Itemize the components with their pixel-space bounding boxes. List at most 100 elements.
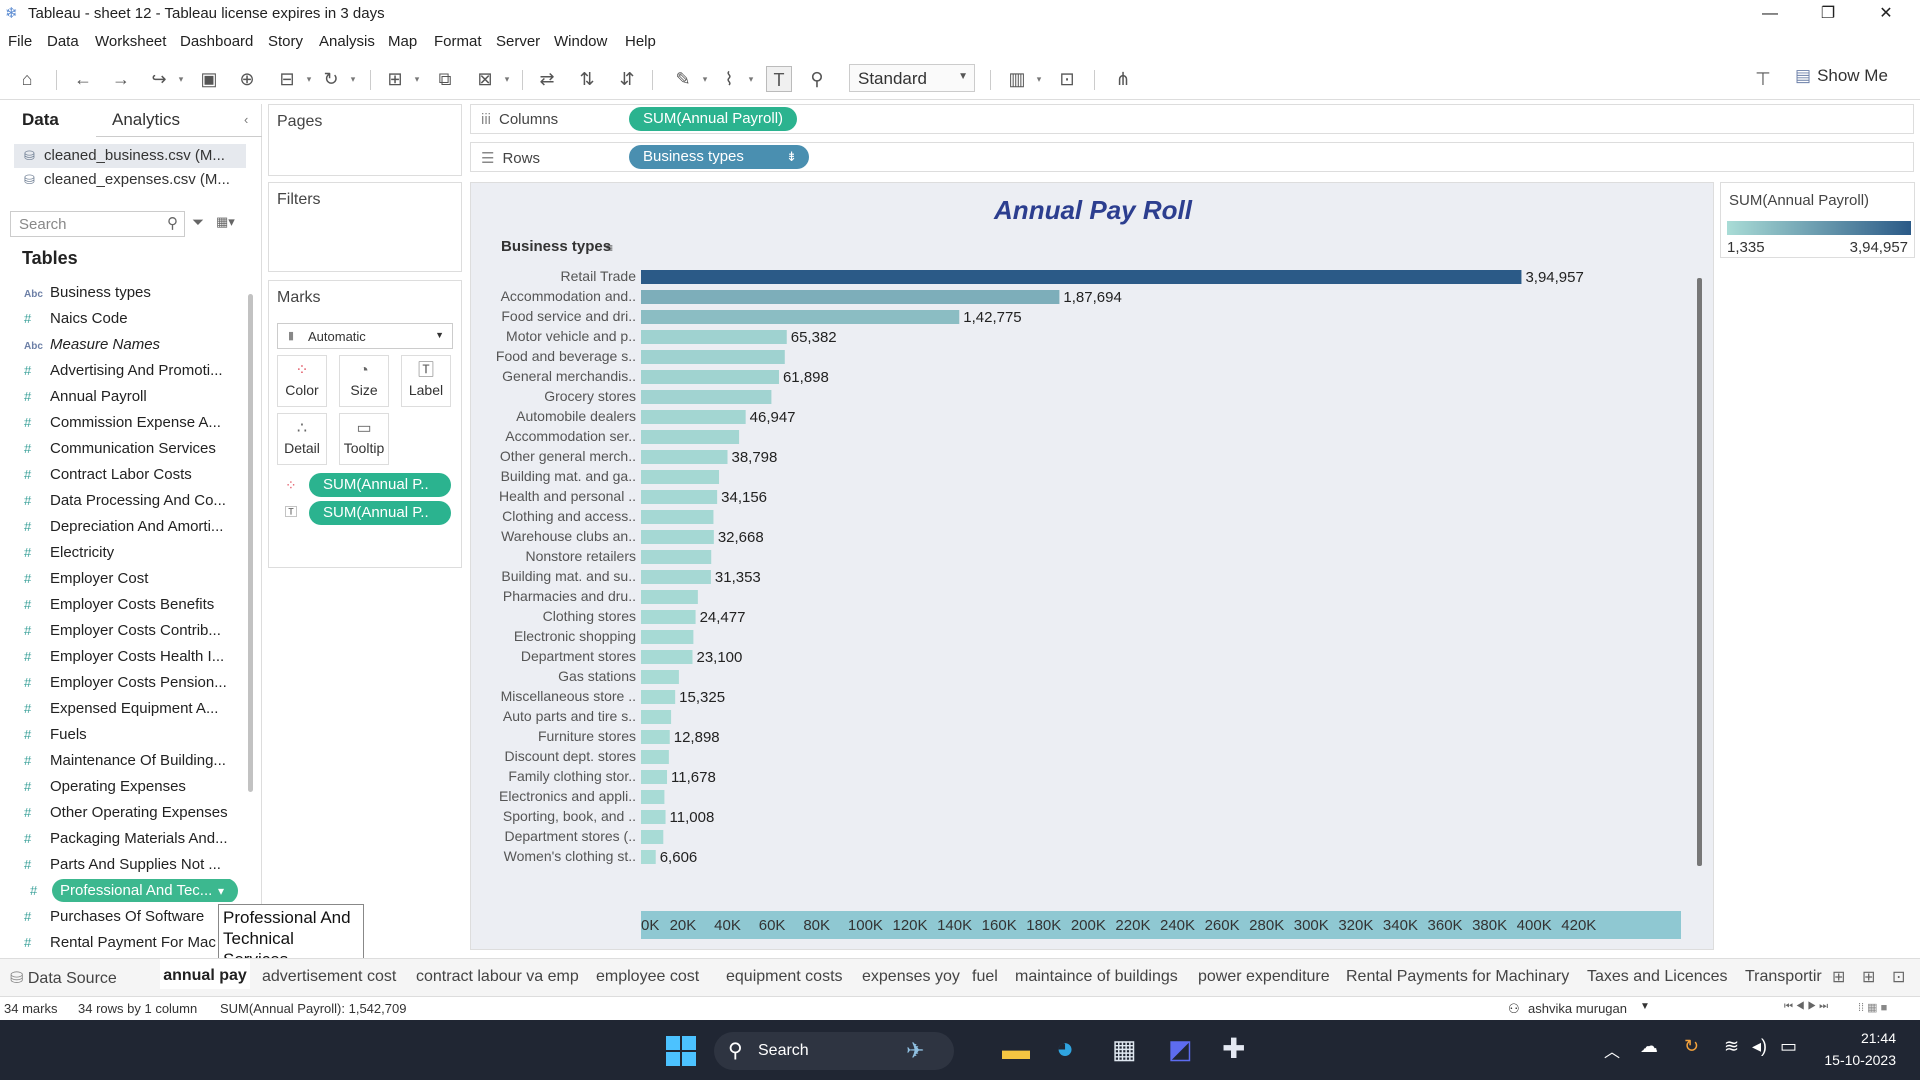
sort-ascending-icon[interactable]: ⇅ [574, 66, 600, 92]
sheet-tab[interactable]: maintaince of buildings [1015, 968, 1178, 986]
field-item[interactable]: # Maintenance Of Building... [20, 748, 242, 774]
refresh-icon[interactable]: ↻ [318, 66, 344, 92]
sheet-tab[interactable]: contract labour va emp [416, 968, 579, 986]
menu-format[interactable]: Format [434, 33, 482, 50]
field-item[interactable]: # Depreciation And Amorti... [20, 514, 242, 540]
store-icon[interactable]: ▦ [1112, 1034, 1137, 1065]
field-item[interactable]: # Advertising And Promoti... [20, 358, 242, 384]
clock-time[interactable]: 21:44 [1838, 1030, 1896, 1046]
battery-icon[interactable]: ▭ [1780, 1036, 1797, 1057]
sheet-tab[interactable]: annual pay [160, 959, 250, 989]
highlight-dropdown-icon[interactable]: ▾ [700, 66, 710, 92]
filters-card[interactable]: Filters [268, 182, 462, 272]
restore-icon[interactable]: ❐ [1800, 0, 1856, 28]
new-dashboard-icon[interactable]: ⊞ [1862, 967, 1875, 987]
search-input[interactable]: Search ⚲ [10, 211, 185, 237]
sync-icon[interactable]: ↻ [1684, 1036, 1699, 1057]
cards-dropdown-icon[interactable]: ▾ [1034, 66, 1044, 92]
new-worksheet-dropdown-icon[interactable]: ▾ [412, 66, 422, 92]
field-item[interactable]: # Packaging Materials And... [20, 826, 242, 852]
file-explorer-icon[interactable]: ▬ [1002, 1034, 1030, 1066]
save-icon[interactable]: ▣ [196, 66, 222, 92]
field-item[interactable]: # Employer Costs Benefits [20, 592, 242, 618]
new-worksheet-icon[interactable]: ⊞ [382, 66, 408, 92]
sheet-tab[interactable]: power expenditure [1198, 968, 1330, 986]
volume-icon[interactable]: ◂) [1752, 1036, 1767, 1057]
menu-file[interactable]: File [8, 33, 32, 50]
menu-window[interactable]: Window [554, 33, 607, 50]
redo-icon[interactable]: → [108, 66, 134, 92]
close-icon[interactable]: ✕ [1858, 0, 1914, 28]
marks-label-pill[interactable]: SUM(Annual P.. [309, 501, 451, 525]
sheet-navigation-icon[interactable]: ⏮ ◀ ▶ ⏭ [1784, 1001, 1828, 1012]
collapse-pane-icon[interactable]: ‹ [244, 112, 248, 127]
show-mark-labels-icon[interactable]: T [766, 66, 792, 92]
sheet-tab[interactable]: expenses yoy [862, 968, 960, 986]
sheet-tab[interactable]: employee cost [596, 968, 699, 986]
field-item[interactable]: # Other Operating Expenses [20, 800, 242, 826]
highlight-icon[interactable]: ✎ [670, 66, 696, 92]
format-painter-icon[interactable]: ⊤ [1750, 66, 1776, 92]
field-item[interactable]: # Operating Expenses [20, 774, 242, 800]
columns-pill[interactable]: SUM(Annual Payroll) [629, 107, 798, 131]
pause-updates-icon[interactable]: ⊟ [274, 66, 300, 92]
tooltip-button[interactable]: ▭ Tooltip [339, 413, 389, 465]
sort-descending-icon[interactable]: ⇵ [614, 66, 640, 92]
edge-icon[interactable]: ◕ [1056, 1032, 1074, 1066]
chevron-down-icon[interactable]: ▾ [218, 878, 224, 904]
field-item[interactable]: # Rental Payment For Mac [20, 930, 242, 956]
sheet-tab[interactable]: advertisement cost [262, 968, 396, 986]
new-data-source-icon[interactable]: ⊕ [234, 66, 260, 92]
data-source-item[interactable]: ⛁ cleaned_business.csv (M... [14, 144, 246, 168]
field-item[interactable]: # Electricity [20, 540, 242, 566]
tab-analytics[interactable]: Analytics [112, 110, 180, 130]
field-item[interactable]: # Purchases Of Software [20, 904, 242, 930]
field-item[interactable]: # Data Processing And Co... [20, 488, 242, 514]
sheet-tab[interactable]: fuel [972, 968, 998, 986]
clear-sheet-icon[interactable]: ⊠ [472, 66, 498, 92]
show-hidden-icons-icon[interactable]: ︿ [1604, 1038, 1620, 1062]
menu-help[interactable]: Help [625, 33, 656, 50]
pages-card[interactable]: Pages [268, 104, 462, 176]
menu-dashboard[interactable]: Dashboard [180, 33, 253, 50]
refresh-dropdown-icon[interactable]: ▾ [348, 66, 358, 92]
duplicate-icon[interactable]: ⧉ [432, 66, 458, 92]
menu-analysis[interactable]: Analysis [319, 33, 375, 50]
minimize-icon[interactable]: — [1742, 0, 1798, 28]
rows-pill[interactable]: Business types ⇟ [629, 145, 809, 169]
menu-data[interactable]: Data [47, 33, 79, 50]
onedrive-icon[interactable]: ☁ [1640, 1036, 1658, 1057]
field-item[interactable]: # Communication Services [20, 436, 242, 462]
show-me-button[interactable]: ▤ Show Me [1795, 66, 1888, 86]
field-item[interactable]: # Naics Code [20, 306, 242, 332]
clock-date[interactable]: 15-10-2023 [1820, 1052, 1896, 1068]
field-item[interactable]: Abc Business types [20, 280, 242, 306]
menu-story[interactable]: Story [268, 33, 303, 50]
menu-worksheet[interactable]: Worksheet [95, 33, 166, 50]
scrollbar[interactable] [248, 294, 253, 792]
fit-dropdown[interactable]: Standard ▼ [849, 64, 975, 92]
field-item[interactable]: # Expensed Equipment A... [20, 696, 242, 722]
windows-start-icon[interactable] [666, 1036, 696, 1066]
group-members-icon[interactable]: ⌇ [716, 66, 742, 92]
view-options-icon[interactable]: ▦▾ [216, 214, 235, 230]
field-item[interactable]: # Parts And Supplies Not ... [20, 852, 242, 878]
menu-server[interactable]: Server [496, 33, 540, 50]
cards-toggle-icon[interactable]: ▥ [1004, 66, 1030, 92]
field-item[interactable]: # Fuels [20, 722, 242, 748]
wifi-icon[interactable]: ≋ [1724, 1036, 1739, 1057]
share-icon[interactable]: ⋔ [1110, 66, 1136, 92]
field-item[interactable]: # Employer Costs Contrib... [20, 618, 242, 644]
taskbar-search[interactable]: ⚲ Search ✈ [714, 1032, 954, 1070]
fix-axes-icon[interactable]: ⚲ [804, 66, 830, 92]
replay-icon[interactable]: ↪ [146, 66, 172, 92]
field-item[interactable]: Abc Measure Names [20, 332, 242, 358]
group-dropdown-icon[interactable]: ▾ [746, 66, 756, 92]
field-item[interactable]: # Commission Expense A... [20, 410, 242, 436]
replay-dropdown-icon[interactable]: ▾ [176, 66, 186, 92]
tab-data-source[interactable]: ⛁ Data Source [10, 968, 117, 988]
user-menu-chevron-icon[interactable]: ▼ [1640, 1001, 1650, 1012]
color-button[interactable]: ⁘ Color [277, 355, 327, 407]
clear-dropdown-icon[interactable]: ▾ [502, 66, 512, 92]
field-item[interactable]: # Employer Cost [20, 566, 242, 592]
